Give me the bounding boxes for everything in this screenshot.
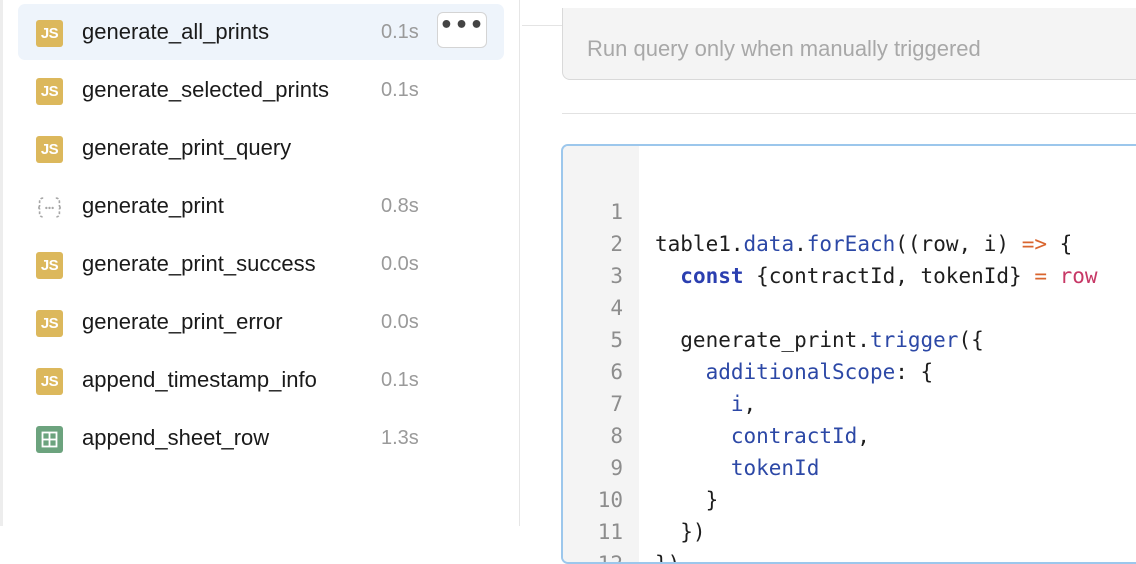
code-line: 7 contractId, <box>563 356 870 448</box>
query-item-generate-selected-prints[interactable]: JS generate_selected_prints 0.1s <box>18 62 504 118</box>
query-item-generate-print[interactable]: generate_print 0.8s <box>18 178 504 234</box>
query-item-generate-print-query[interactable]: JS generate_print_query <box>18 120 504 176</box>
query-item-generate-all-prints[interactable]: JS generate_all_prints 0.1s ••• <box>18 4 504 60</box>
js-icon: JS <box>36 310 63 337</box>
query-name: generate_all_prints <box>82 19 270 44</box>
query-name: generate_print_query <box>82 135 292 160</box>
query-item-append-timestamp-info[interactable]: JS append_timestamp_info 0.1s <box>18 352 504 408</box>
query-item-append-sheet-row[interactable]: append_sheet_row 1.3s <box>18 410 504 466</box>
query-name: generate_print_success <box>82 251 316 276</box>
code-line: 10 }) <box>563 452 706 544</box>
code-line: 6 i, <box>563 324 756 416</box>
more-options-button[interactable]: ••• <box>437 12 487 48</box>
code-text: }) <box>655 552 681 564</box>
js-icon: JS <box>36 368 63 395</box>
query-name: append_sheet_row <box>82 425 270 450</box>
query-run-time: 0.1s <box>381 369 419 391</box>
query-name: generate_print <box>82 193 224 218</box>
run-trigger-value: Run query only when manually triggered <box>587 36 981 61</box>
code-text: generate_print.trigger({ <box>655 328 984 352</box>
query-item-generate-print-success[interactable]: JS generate_print_success 0.0s <box>18 236 504 292</box>
braces-icon <box>36 194 63 221</box>
code-text: const {contractId, tokenId} = row <box>680 264 1098 288</box>
query-run-time: 0.8s <box>381 195 419 217</box>
code-text: } <box>655 488 719 512</box>
code-text: table1.data.forEach((row, i) => { <box>655 232 1073 256</box>
code-text: tokenId <box>730 456 820 480</box>
js-icon: JS <box>36 78 63 105</box>
query-run-time: 1.3s <box>381 427 419 449</box>
code-line: 3 <box>563 228 623 288</box>
js-icon: JS <box>36 20 63 47</box>
code-editor[interactable]: 1 table1.data.forEach((row, i) => { 2 co… <box>561 144 1136 564</box>
code-text: }) <box>655 520 706 544</box>
query-run-time: 0.1s <box>381 79 419 101</box>
code-text: i, <box>730 392 757 416</box>
code-text: contractId, <box>730 424 870 448</box>
code-line: 4 generate_print.trigger({ <box>563 260 983 352</box>
code-line: 11 }) <box>563 484 681 562</box>
sheet-icon <box>36 426 63 453</box>
code-line: 1 table1.data.forEach((row, i) => { <box>563 164 1072 256</box>
code-line: 9 } <box>563 420 718 512</box>
code-line: 5 additionalScope: { <box>563 292 933 384</box>
section-divider <box>562 113 1136 114</box>
code-text: additionalScope: { <box>705 360 934 384</box>
query-list: JS generate_all_prints 0.1s ••• JS gener… <box>0 0 520 526</box>
code-line: 8 tokenId <box>563 388 819 480</box>
query-name: append_timestamp_info <box>82 367 317 392</box>
more-icon: ••• <box>439 13 485 38</box>
query-name: generate_print_error <box>82 309 283 334</box>
query-item-generate-print-error[interactable]: JS generate_print_error 0.0s <box>18 294 504 350</box>
run-trigger-select[interactable]: Run query only when manually triggered <box>562 8 1136 80</box>
query-run-time: 0.1s <box>381 21 419 43</box>
code-line: 12 <box>563 516 623 562</box>
query-run-time: 0.0s <box>381 311 419 333</box>
js-icon: JS <box>36 136 63 163</box>
query-name: generate_selected_prints <box>82 77 330 102</box>
js-icon: JS <box>36 252 63 279</box>
line-number: 12 <box>597 552 623 564</box>
code-line: 2 const {contractId, tokenId} = row <box>563 196 1097 288</box>
query-run-time: 0.0s <box>381 253 419 275</box>
